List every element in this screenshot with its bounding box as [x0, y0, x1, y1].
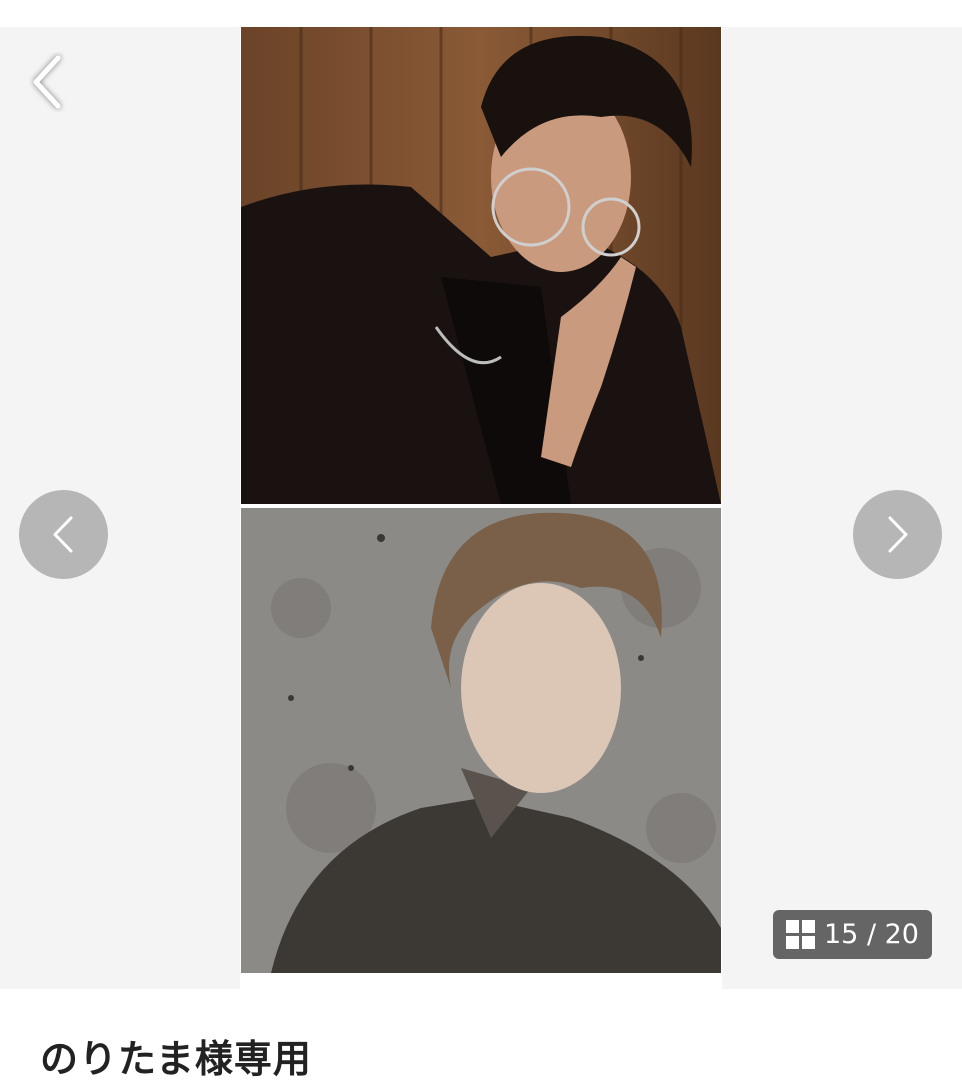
product-image[interactable] [240, 27, 722, 989]
item-title: のりたま様専用 [40, 1037, 312, 1081]
next-image-button[interactable] [853, 490, 942, 579]
chevron-right-icon [888, 516, 908, 553]
product-photo-bottom [241, 508, 721, 973]
grid-icon [786, 919, 816, 950]
product-photo-top [241, 27, 721, 504]
back-button[interactable] [28, 52, 68, 112]
chevron-left-icon [53, 516, 73, 553]
chevron-left-icon [33, 55, 61, 109]
previous-image-button[interactable] [19, 490, 108, 579]
image-counter-text: 15 / 20 [824, 919, 919, 950]
image-gallery[interactable]: 15 / 20 [0, 27, 962, 989]
image-counter[interactable]: 15 / 20 [773, 910, 932, 959]
